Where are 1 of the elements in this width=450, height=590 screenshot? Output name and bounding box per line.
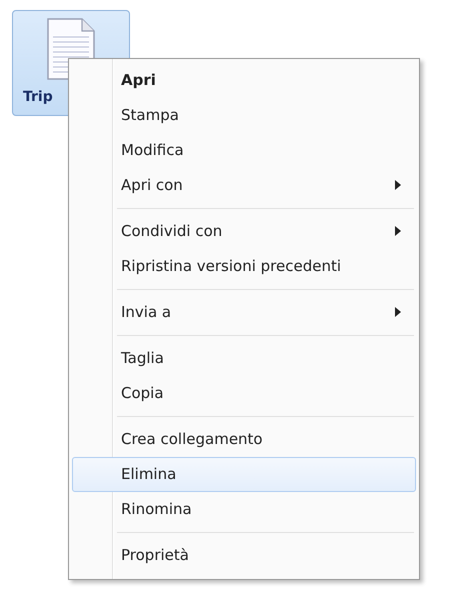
- file-name: Trip: [23, 89, 53, 105]
